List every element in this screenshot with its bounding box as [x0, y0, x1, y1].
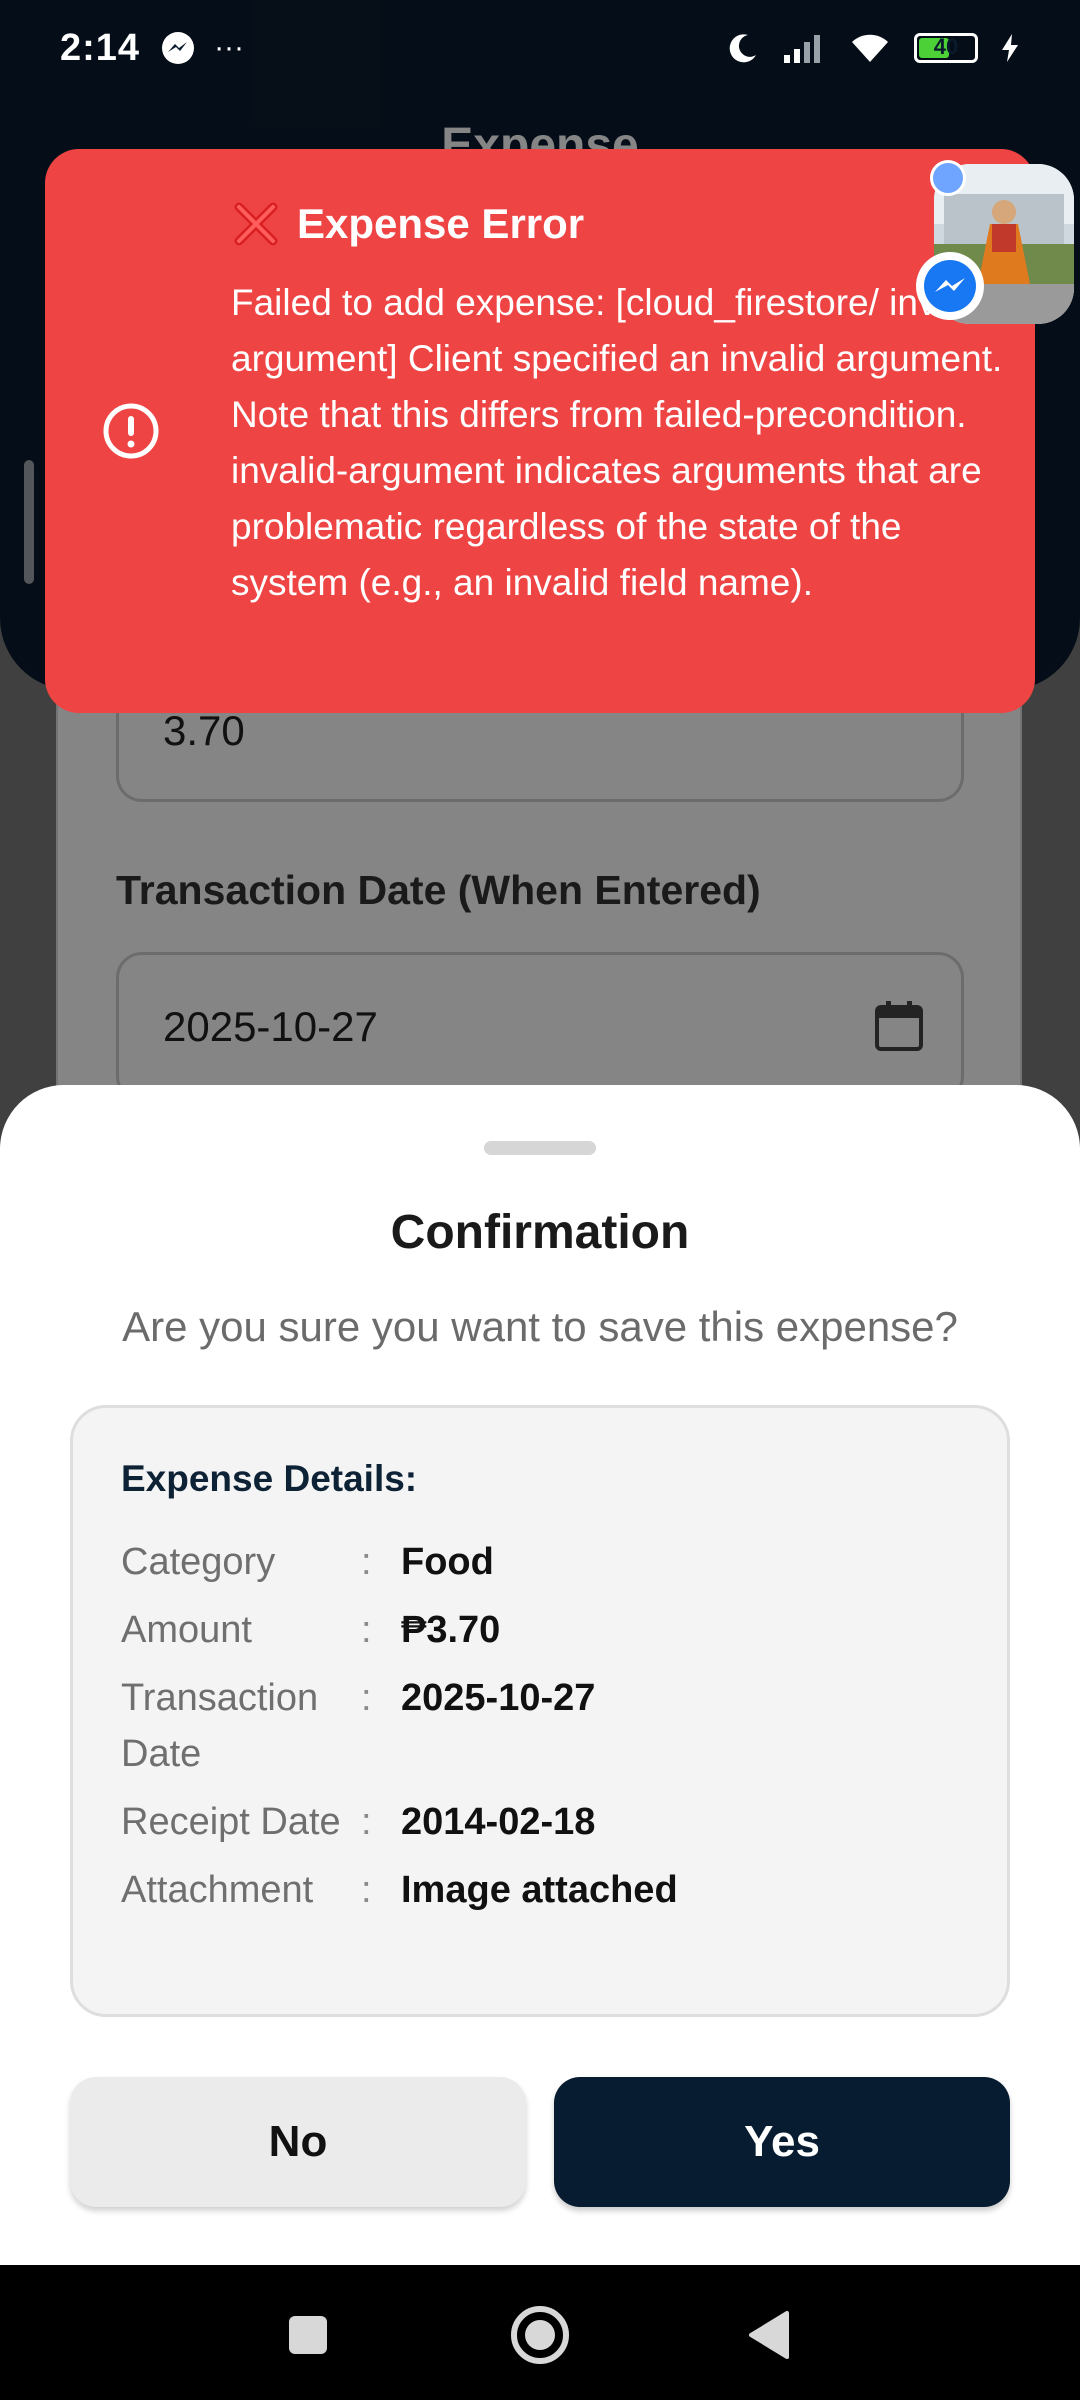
detail-value: ₱3.70	[401, 1609, 501, 1651]
detail-separator: :	[361, 1541, 372, 1583]
detail-value: 2014-02-18	[401, 1801, 596, 1843]
more-notifications-indicator: ···	[214, 31, 245, 64]
status-bar: 2:14 ··· 40	[0, 0, 1080, 96]
toast-message: Failed to add expense: [cloud_firestore/…	[231, 282, 1007, 603]
confirmation-title: Confirmation	[390, 1206, 690, 1259]
circle-home-icon	[511, 2306, 569, 2364]
detail-separator: :	[361, 1869, 372, 1911]
detail-label: Attachment	[121, 1869, 314, 1911]
sheet-drag-handle[interactable]	[484, 1141, 596, 1155]
charging-bolt-icon	[1002, 34, 1018, 62]
back-button[interactable]	[730, 2295, 810, 2375]
chat-head-unread-dot	[930, 160, 966, 196]
detail-row-category: Category : Food	[121, 1534, 959, 1590]
square-recents-icon	[289, 2316, 327, 2354]
detail-value: Food	[401, 1541, 494, 1583]
detail-separator: :	[361, 1801, 372, 1843]
detail-label: Transaction Date	[121, 1677, 319, 1775]
detail-row-amount: Amount : ₱3.70	[121, 1602, 959, 1658]
error-toast[interactable]: Expense Error Failed to add expense: [cl…	[45, 149, 1035, 713]
detail-label: Receipt Date	[121, 1801, 341, 1843]
expense-details-heading: Expense Details:	[121, 1458, 418, 1499]
do-not-disturb-moon-icon	[729, 34, 756, 63]
recents-button[interactable]	[268, 2295, 348, 2375]
wifi-icon	[852, 34, 888, 62]
signal-bars-icon	[784, 35, 820, 63]
detail-value: Image attached	[401, 1869, 678, 1911]
system-navigation-bar	[0, 2265, 1080, 2400]
triangle-back-icon	[749, 2311, 789, 2359]
messenger-icon	[916, 252, 984, 320]
no-button[interactable]: No	[70, 2077, 526, 2207]
detail-row-attachment: Attachment : Image attached	[121, 1862, 959, 1918]
messenger-chat-head[interactable]	[916, 160, 1074, 340]
battery-icon: 40	[914, 33, 978, 63]
home-button[interactable]	[500, 2295, 580, 2375]
confirmation-question: Are you sure you want to save this expen…	[122, 1303, 958, 1350]
detail-separator: :	[361, 1677, 372, 1719]
confirmation-sheet: Confirmation Are you sure you want to sa…	[0, 1085, 1080, 2265]
detail-value: 2025-10-27	[401, 1677, 596, 1719]
detail-row-transaction-date: Transaction Date : 2025-10-27	[121, 1670, 959, 1782]
exclamation-circle-icon	[103, 403, 159, 459]
cross-mark-icon	[234, 202, 278, 246]
messenger-notification-icon	[162, 32, 195, 64]
toast-title: Expense Error	[297, 200, 585, 247]
detail-label: Category	[121, 1541, 276, 1583]
battery-level: 40	[933, 34, 959, 59]
expense-details-box: Expense Details: Category : Food Amount …	[70, 1405, 1010, 2017]
detail-row-receipt-date: Receipt Date : 2014-02-18	[121, 1794, 959, 1850]
detail-separator: :	[361, 1609, 372, 1651]
yes-button[interactable]: Yes	[554, 2077, 1010, 2207]
status-time: 2:14	[60, 26, 141, 69]
detail-label: Amount	[121, 1609, 252, 1651]
